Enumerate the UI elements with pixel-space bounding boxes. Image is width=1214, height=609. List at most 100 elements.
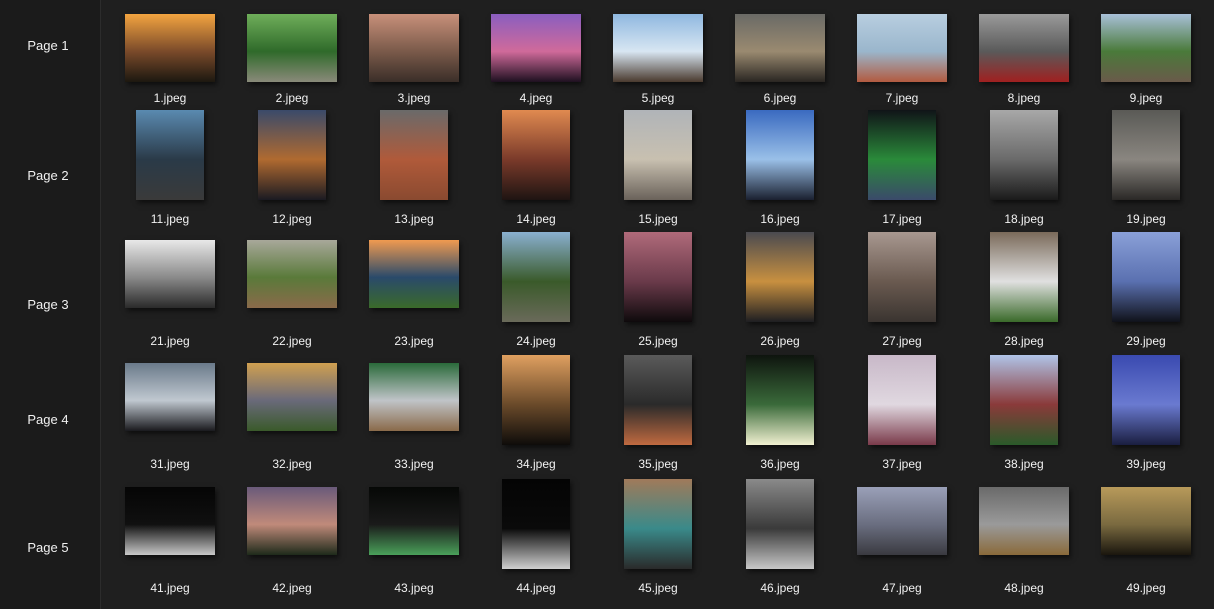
image-thumbnail[interactable] [746,355,814,445]
page-label-5[interactable]: Page 5 [0,540,96,555]
image-tile[interactable]: 37.jpeg [841,355,963,475]
image-thumbnail[interactable] [624,232,692,322]
image-thumbnail[interactable] [502,110,570,200]
image-tile[interactable]: 17.jpeg [841,110,963,230]
image-thumbnail[interactable] [502,232,570,322]
image-thumbnail[interactable] [502,479,570,569]
image-thumbnail[interactable] [990,232,1058,322]
image-thumbnail[interactable] [979,14,1069,82]
image-tile[interactable]: 44.jpeg [475,479,597,599]
image-thumbnail[interactable] [624,479,692,569]
page-label-1[interactable]: Page 1 [0,38,96,53]
image-tile[interactable]: 47.jpeg [841,481,963,599]
image-tile[interactable]: 26.jpeg [719,232,841,352]
image-thumbnail[interactable] [1112,232,1180,322]
image-tile[interactable]: 18.jpeg [963,110,1085,230]
image-tile[interactable]: 35.jpeg [597,355,719,475]
image-tile[interactable]: 19.jpeg [1085,110,1207,230]
image-tile[interactable]: 28.jpeg [963,232,1085,352]
image-thumbnail[interactable] [369,240,459,308]
image-thumbnail[interactable] [746,479,814,569]
image-thumbnail[interactable] [369,487,459,555]
image-tile[interactable]: 38.jpeg [963,355,1085,475]
page-label-3[interactable]: Page 3 [0,297,96,312]
image-thumbnail[interactable] [125,240,215,308]
image-thumbnail[interactable] [247,14,337,82]
image-thumbnail[interactable] [125,14,215,82]
image-thumbnail[interactable] [746,110,814,200]
image-tile[interactable]: 7.jpeg [841,8,963,126]
image-thumbnail[interactable] [502,355,570,445]
image-tile[interactable]: 42.jpeg [231,481,353,599]
image-thumbnail[interactable] [868,232,936,322]
image-thumbnail[interactable] [125,487,215,555]
image-tile[interactable]: 36.jpeg [719,355,841,475]
image-tile[interactable]: 3.jpeg [353,8,475,126]
image-tile[interactable]: 39.jpeg [1085,355,1207,475]
file-name-label: 8.jpeg [1007,91,1041,105]
image-tile[interactable]: 45.jpeg [597,479,719,599]
image-thumbnail[interactable] [258,110,326,200]
image-tile[interactable]: 14.jpeg [475,110,597,230]
image-thumbnail[interactable] [613,14,703,82]
image-tile[interactable]: 49.jpeg [1085,481,1207,599]
image-thumbnail[interactable] [735,14,825,82]
image-tile[interactable]: 41.jpeg [109,481,231,599]
page-label-2[interactable]: Page 2 [0,168,96,183]
image-tile[interactable]: 32.jpeg [231,357,353,475]
image-thumbnail[interactable] [1112,355,1180,445]
image-tile[interactable]: 2.jpeg [231,8,353,126]
image-thumbnail[interactable] [857,14,947,82]
image-thumbnail[interactable] [1101,487,1191,555]
image-tile[interactable]: 23.jpeg [353,234,475,352]
file-name-label: 15.jpeg [638,212,678,226]
image-thumbnail[interactable] [136,110,204,200]
image-thumbnail[interactable] [1112,110,1180,200]
image-tile[interactable]: 21.jpeg [109,234,231,352]
image-thumbnail[interactable] [979,487,1069,555]
page-label-4[interactable]: Page 4 [0,412,96,427]
image-tile[interactable]: 24.jpeg [475,232,597,352]
page-sidebar: Page 1 Page 2 Page 3 Page 4 Page 5 [0,0,101,609]
image-thumbnail[interactable] [624,110,692,200]
image-tile[interactable]: 22.jpeg [231,234,353,352]
image-tile[interactable]: 29.jpeg [1085,232,1207,352]
image-thumbnail[interactable] [868,355,936,445]
image-tile[interactable]: 5.jpeg [597,8,719,126]
image-tile[interactable]: 34.jpeg [475,355,597,475]
file-name-label: 37.jpeg [882,457,922,471]
image-thumbnail[interactable] [868,110,936,200]
image-tile[interactable]: 46.jpeg [719,479,841,599]
image-tile[interactable]: 15.jpeg [597,110,719,230]
image-tile[interactable]: 13.jpeg [353,110,475,230]
image-tile[interactable]: 48.jpeg [963,481,1085,599]
image-tile[interactable]: 4.jpeg [475,8,597,126]
image-thumbnail[interactable] [990,355,1058,445]
image-tile[interactable]: 11.jpeg [109,110,231,230]
image-thumbnail[interactable] [990,110,1058,200]
image-tile[interactable]: 43.jpeg [353,481,475,599]
image-thumbnail[interactable] [1101,14,1191,82]
image-tile[interactable]: 1.jpeg [109,8,231,126]
image-tile[interactable]: 27.jpeg [841,232,963,352]
image-tile[interactable]: 9.jpeg [1085,8,1207,126]
image-tile[interactable]: 16.jpeg [719,110,841,230]
image-thumbnail[interactable] [247,240,337,308]
image-tile[interactable]: 33.jpeg [353,357,475,475]
image-thumbnail[interactable] [247,363,337,431]
image-thumbnail[interactable] [380,110,448,200]
image-thumbnail[interactable] [746,232,814,322]
image-tile[interactable]: 12.jpeg [231,110,353,230]
image-thumbnail[interactable] [369,14,459,82]
image-tile[interactable]: 8.jpeg [963,8,1085,126]
image-thumbnail[interactable] [491,14,581,82]
image-tile[interactable]: 31.jpeg [109,357,231,475]
file-name-label: 31.jpeg [150,457,190,471]
image-thumbnail[interactable] [247,487,337,555]
image-thumbnail[interactable] [369,363,459,431]
image-thumbnail[interactable] [624,355,692,445]
image-tile[interactable]: 6.jpeg [719,8,841,126]
image-thumbnail[interactable] [125,363,215,431]
image-tile[interactable]: 25.jpeg [597,232,719,352]
image-thumbnail[interactable] [857,487,947,555]
